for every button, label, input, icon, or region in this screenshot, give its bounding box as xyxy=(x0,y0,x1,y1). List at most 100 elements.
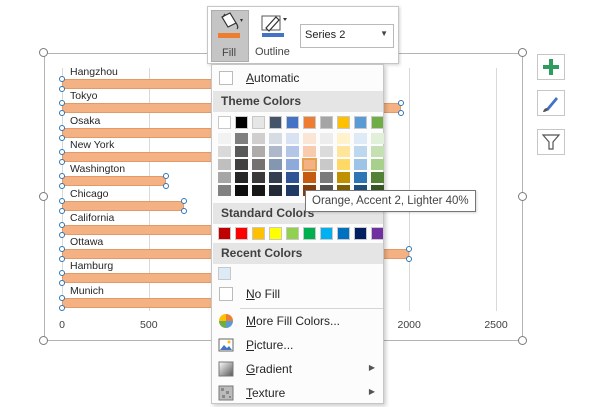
theme-shade-swatch[interactable] xyxy=(252,159,265,170)
resize-handle-bottom-right[interactable] xyxy=(518,336,527,345)
bar-selection-handle[interactable] xyxy=(59,134,65,141)
bar-selection-handle[interactable] xyxy=(59,207,65,214)
theme-shade-swatch[interactable] xyxy=(218,133,231,144)
outline-button[interactable]: Outline xyxy=(252,10,298,62)
theme-shade-swatch[interactable] xyxy=(320,172,333,183)
theme-color-swatch[interactable] xyxy=(354,116,367,129)
theme-shade-swatch[interactable] xyxy=(235,172,248,183)
bar-selection-handle[interactable] xyxy=(59,124,65,131)
standard-color-swatch[interactable] xyxy=(303,227,316,240)
fill-button[interactable]: Fill xyxy=(211,10,249,62)
standard-color-swatch[interactable] xyxy=(354,227,367,240)
resize-handle-top-left[interactable] xyxy=(39,48,48,57)
theme-color-swatch[interactable] xyxy=(320,116,333,129)
bar-selection-handle[interactable] xyxy=(59,221,65,228)
theme-shade-swatch[interactable] xyxy=(337,172,350,183)
more-fill-colors-option[interactable]: More Fill Colors... xyxy=(212,310,383,332)
theme-shade-swatch[interactable] xyxy=(218,146,231,157)
bar-selection-handle[interactable] xyxy=(59,294,65,301)
theme-shade-swatch[interactable] xyxy=(269,146,282,157)
theme-color-swatch[interactable] xyxy=(371,116,384,129)
theme-shade-swatch[interactable] xyxy=(371,159,384,170)
theme-shade-swatch[interactable] xyxy=(354,159,367,170)
theme-shade-swatch[interactable] xyxy=(286,146,299,157)
bar-selection-handle[interactable] xyxy=(59,86,65,92)
theme-shade-swatch[interactable] xyxy=(269,172,282,183)
bar-selection-handle[interactable] xyxy=(59,148,65,155)
resize-handle-left[interactable] xyxy=(39,192,48,201)
theme-shade-swatch[interactable] xyxy=(337,159,350,170)
theme-shade-swatch[interactable] xyxy=(303,172,316,183)
theme-shade-swatch[interactable] xyxy=(218,185,231,196)
standard-color-swatch[interactable] xyxy=(320,227,333,240)
standard-color-swatch[interactable] xyxy=(337,227,350,240)
standard-color-swatch[interactable] xyxy=(371,227,384,240)
theme-color-swatch[interactable] xyxy=(303,116,316,129)
theme-shade-swatch[interactable] xyxy=(235,185,248,196)
theme-shade-swatch[interactable] xyxy=(302,158,317,171)
bar[interactable] xyxy=(62,273,219,284)
theme-shade-swatch[interactable] xyxy=(371,172,384,183)
theme-shade-swatch[interactable] xyxy=(286,172,299,183)
theme-shade-swatch[interactable] xyxy=(371,146,384,157)
bar[interactable] xyxy=(62,127,227,138)
texture-option[interactable]: Texture ▶ xyxy=(212,382,383,404)
theme-color-swatch[interactable] xyxy=(218,116,231,129)
picture-option[interactable]: Picture... xyxy=(212,334,383,356)
bar-selection-handle[interactable] xyxy=(180,207,187,214)
theme-shade-swatch[interactable] xyxy=(354,146,367,157)
theme-shade-swatch[interactable] xyxy=(354,133,367,144)
theme-shade-swatch[interactable] xyxy=(320,146,333,157)
bar-selection-handle[interactable] xyxy=(59,76,65,82)
theme-shade-swatch[interactable] xyxy=(303,133,316,144)
theme-shade-swatch[interactable] xyxy=(252,172,265,183)
standard-color-swatch[interactable] xyxy=(286,227,299,240)
automatic-option[interactable]: Automatic xyxy=(212,67,383,89)
bar-selection-handle[interactable] xyxy=(59,304,65,311)
theme-shade-swatch[interactable] xyxy=(269,185,282,196)
theme-shade-swatch[interactable] xyxy=(235,146,248,157)
theme-shade-swatch[interactable] xyxy=(320,133,333,144)
resize-handle-right[interactable] xyxy=(518,192,527,201)
bar-selection-handle[interactable] xyxy=(59,197,65,204)
series-dropdown[interactable]: Series 2 ▼ xyxy=(300,24,394,48)
chart-filters-button[interactable] xyxy=(537,129,565,155)
theme-shade-swatch[interactable] xyxy=(286,185,299,196)
theme-shade-swatch[interactable] xyxy=(337,146,350,157)
theme-shade-swatch[interactable] xyxy=(235,133,248,144)
theme-color-swatch[interactable] xyxy=(269,116,282,129)
bar-selection-handle[interactable] xyxy=(59,231,65,238)
chart-styles-button[interactable] xyxy=(537,90,565,116)
theme-shade-swatch[interactable] xyxy=(218,159,231,170)
standard-color-swatch[interactable] xyxy=(269,227,282,240)
theme-shade-swatch[interactable] xyxy=(303,146,316,157)
no-fill-option[interactable]: No Fill xyxy=(212,283,383,305)
recent-color-swatch[interactable] xyxy=(218,267,231,280)
resize-handle-bottom-left[interactable] xyxy=(39,336,48,345)
bar[interactable] xyxy=(62,176,167,187)
theme-shade-swatch[interactable] xyxy=(252,185,265,196)
theme-shade-swatch[interactable] xyxy=(354,172,367,183)
bar-selection-handle[interactable] xyxy=(397,100,404,107)
standard-color-swatch[interactable] xyxy=(218,227,231,240)
theme-color-swatch[interactable] xyxy=(286,116,299,129)
theme-shade-swatch[interactable] xyxy=(286,133,299,144)
theme-shade-swatch[interactable] xyxy=(286,159,299,170)
standard-color-swatch[interactable] xyxy=(235,227,248,240)
theme-color-swatch[interactable] xyxy=(235,116,248,129)
theme-shade-swatch[interactable] xyxy=(320,159,333,170)
theme-shade-swatch[interactable] xyxy=(371,133,384,144)
theme-shade-swatch[interactable] xyxy=(252,146,265,157)
theme-color-swatch[interactable] xyxy=(252,116,265,129)
bar-selection-handle[interactable] xyxy=(397,110,404,117)
bar[interactable] xyxy=(62,79,219,89)
chart-elements-button[interactable] xyxy=(537,54,565,80)
bar[interactable] xyxy=(62,200,184,211)
theme-shade-swatch[interactable] xyxy=(269,133,282,144)
bar-selection-handle[interactable] xyxy=(180,197,187,204)
theme-color-swatch[interactable] xyxy=(337,116,350,129)
theme-shade-swatch[interactable] xyxy=(337,133,350,144)
theme-shade-swatch[interactable] xyxy=(235,159,248,170)
bar-selection-handle[interactable] xyxy=(59,158,65,165)
theme-shade-swatch[interactable] xyxy=(218,172,231,183)
